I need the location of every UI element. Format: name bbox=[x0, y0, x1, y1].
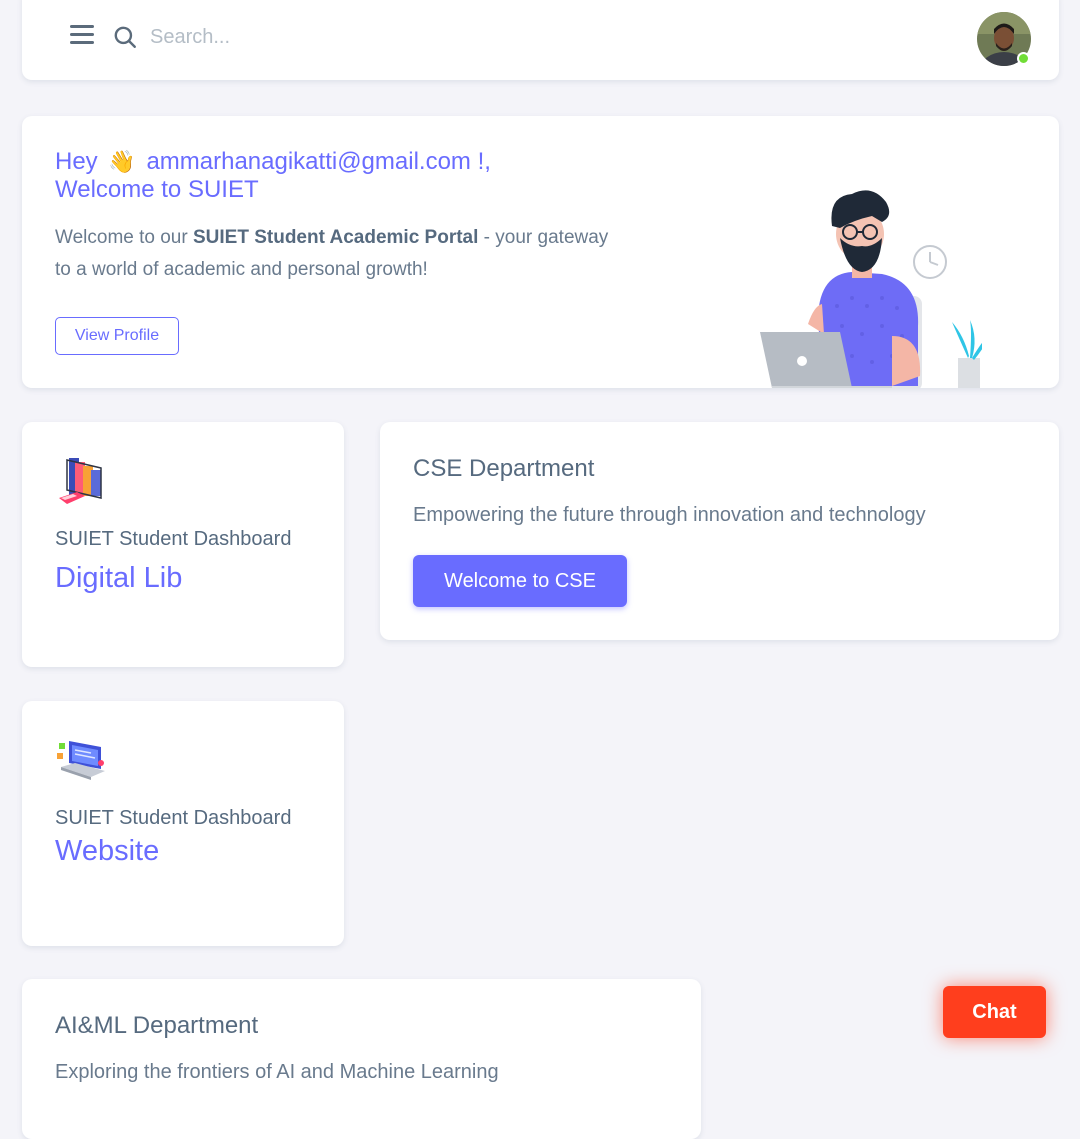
laptop-website-icon bbox=[57, 741, 105, 780]
department-description: Empowering the future through innovation… bbox=[413, 504, 926, 526]
website-card[interactable]: SUIET Student Dashboard Website bbox=[22, 701, 344, 946]
chat-button[interactable]: Chat bbox=[943, 986, 1046, 1038]
digital-lib-card[interactable]: SUIET Student Dashboard Digital Lib bbox=[22, 422, 344, 667]
welcome-text-prefix: Welcome to our bbox=[55, 227, 193, 248]
department-description: Exploring the frontiers of AI and Machin… bbox=[55, 1061, 499, 1083]
welcome-heading: Hey 👋 ammarhanagikatti@gmail.com !, Welc… bbox=[55, 148, 491, 204]
menu-icon[interactable] bbox=[70, 25, 98, 49]
card-title[interactable]: Digital Lib bbox=[55, 562, 182, 595]
welcome-to-cse-button[interactable]: Welcome to CSE bbox=[413, 555, 627, 607]
welcome-description: Welcome to our SUIET Student Academic Po… bbox=[55, 222, 615, 286]
search-icon[interactable] bbox=[112, 24, 138, 50]
card-subtitle: SUIET Student Dashboard bbox=[55, 807, 292, 829]
aiml-department-card: AI&ML Department Exploring the frontiers… bbox=[22, 979, 701, 1139]
portal-name: SUIET Student Academic Portal bbox=[192, 227, 479, 248]
department-title: AI&ML Department bbox=[55, 1012, 259, 1039]
department-title: CSE Department bbox=[413, 455, 595, 482]
user-email: ammarhanagikatti@gmail.com !, bbox=[146, 148, 491, 175]
search-input[interactable] bbox=[150, 16, 420, 58]
avatar[interactable] bbox=[977, 12, 1031, 66]
greeting-text: Hey bbox=[55, 148, 98, 175]
card-title[interactable]: Website bbox=[55, 835, 159, 868]
top-navbar bbox=[22, 0, 1059, 80]
man-with-laptop-illustration bbox=[760, 190, 982, 388]
welcome-card: Hey 👋 ammarhanagikatti@gmail.com !, Welc… bbox=[22, 116, 1059, 388]
online-status-dot bbox=[1017, 52, 1030, 65]
waving-hand-icon: 👋 bbox=[108, 149, 136, 174]
books-icon bbox=[59, 458, 102, 504]
view-profile-button[interactable]: View Profile bbox=[55, 317, 179, 355]
card-subtitle: SUIET Student Dashboard bbox=[55, 528, 292, 550]
welcome-title-line2: Welcome to SUIET bbox=[55, 176, 259, 203]
cse-department-card: CSE Department Empowering the future thr… bbox=[380, 422, 1059, 640]
